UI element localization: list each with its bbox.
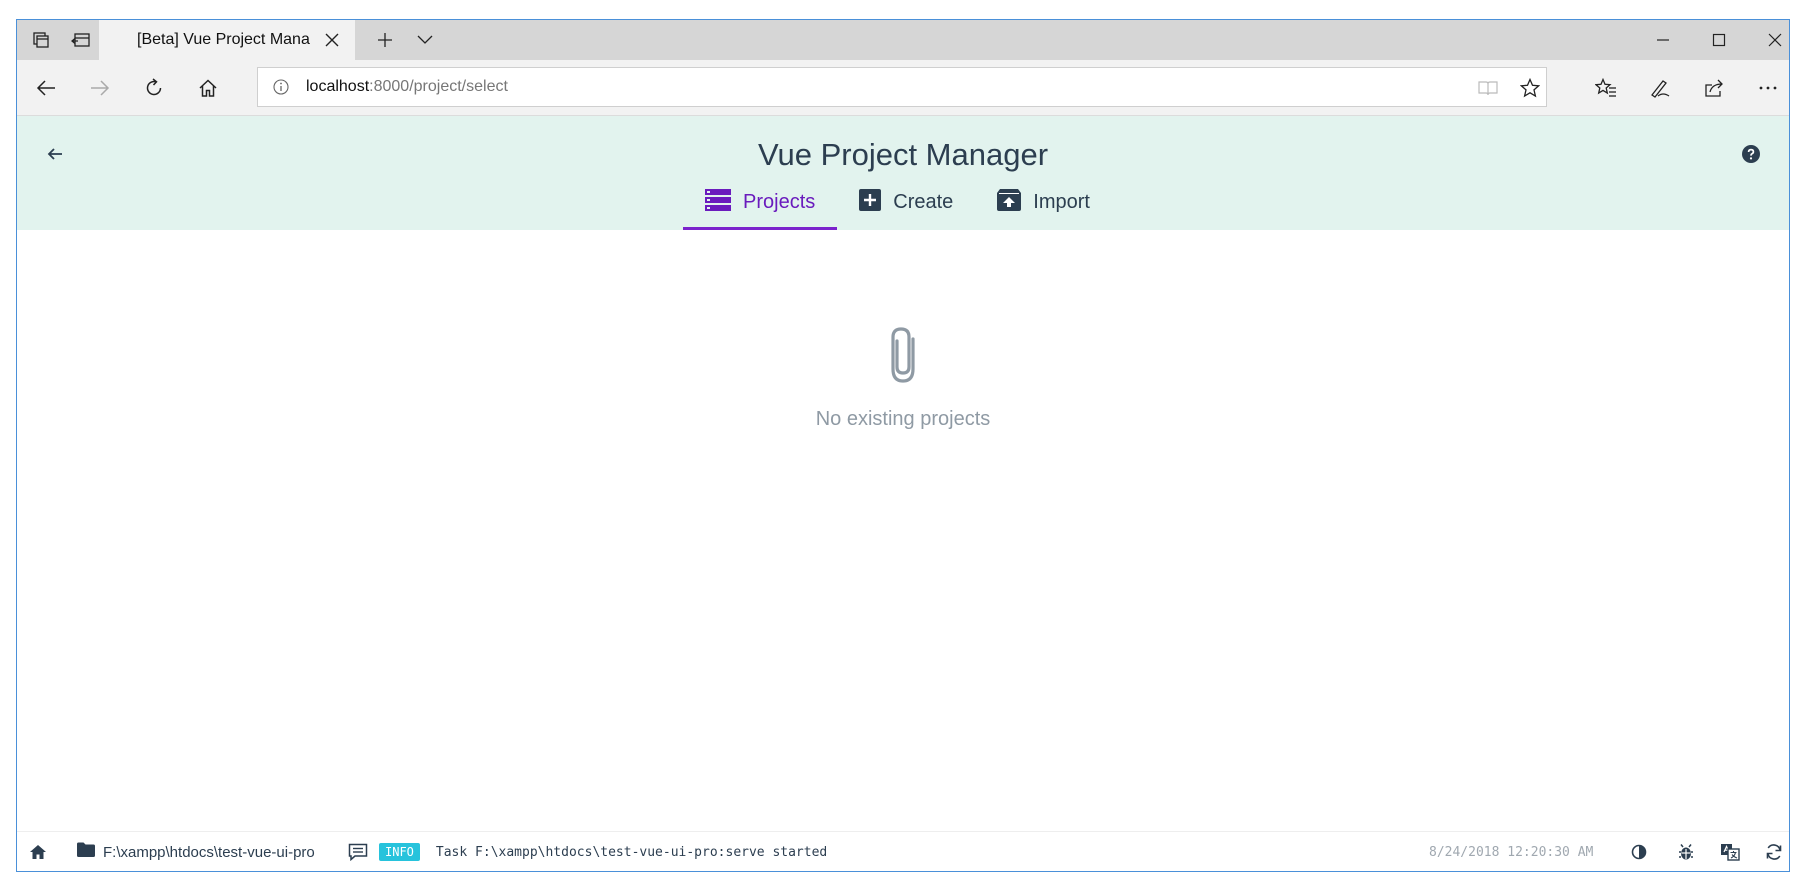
bug-report-icon[interactable] xyxy=(1669,832,1703,871)
new-tab-icon[interactable] xyxy=(363,20,407,60)
address-url: localhost:8000/project/select xyxy=(306,78,508,96)
help-icon[interactable] xyxy=(1733,136,1769,172)
console-log-icon[interactable] xyxy=(341,832,375,871)
log-level-badge: INFO xyxy=(379,843,420,861)
forward-arrow-icon[interactable] xyxy=(75,60,125,115)
tab-preview-chevron-icon[interactable] xyxy=(403,20,447,60)
home-icon[interactable] xyxy=(21,832,55,871)
paperclip-icon xyxy=(883,325,923,390)
more-options-icon[interactable] xyxy=(1743,60,1789,115)
browser-nav-bar: localhost:8000/project/select xyxy=(17,60,1789,116)
tab-create-label: Create xyxy=(893,190,954,213)
dark-mode-toggle-icon[interactable] xyxy=(1622,832,1656,871)
translate-icon[interactable] xyxy=(1713,832,1747,871)
close-tab-icon[interactable] xyxy=(319,20,345,60)
tab-import[interactable]: Import xyxy=(975,174,1112,230)
current-folder[interactable]: F:\xampp\htdocs\test-vue-ui-pro xyxy=(77,832,315,871)
browser-tab[interactable]: [Beta] Vue Project Mana xyxy=(99,20,355,60)
set-aside-tabs-icon[interactable] xyxy=(59,20,103,60)
page-title: Vue Project Manager xyxy=(757,137,1049,172)
tab-projects-label: Projects xyxy=(743,190,816,213)
empty-state: No existing projects xyxy=(17,325,1789,431)
share-icon[interactable] xyxy=(1689,60,1739,115)
tab-groups-icon[interactable] xyxy=(19,20,63,60)
folder-path: F:\xampp\htdocs\test-vue-ui-pro xyxy=(103,843,315,861)
status-bar: F:\xampp\htdocs\test-vue-ui-pro INFO Tas… xyxy=(17,831,1789,871)
projects-list-icon xyxy=(705,188,731,216)
close-window-icon[interactable] xyxy=(1747,20,1789,60)
main-tabs: Projects Create Import xyxy=(683,174,1112,230)
plus-square-icon xyxy=(859,188,882,216)
address-host: localhost xyxy=(306,78,370,95)
back-arrow-icon[interactable] xyxy=(21,60,71,115)
log-entry[interactable]: INFO Task F:\xampp\htdocs\test-vue-ui-pr… xyxy=(379,832,828,871)
log-timestamp-wrap: 8/24/2018 12:20:30 AM xyxy=(1429,832,1594,871)
minimize-icon[interactable] xyxy=(1635,20,1691,60)
favorite-star-icon[interactable] xyxy=(1518,76,1542,100)
unarchive-icon xyxy=(997,188,1022,216)
favorites-hub-icon[interactable] xyxy=(1581,60,1631,115)
empty-state-text: No existing projects xyxy=(815,408,991,430)
browser-window: [Beta] Vue Project Mana localhost:8000/p… xyxy=(16,19,1790,872)
app-header: Vue Project Manager Projects Create Impo… xyxy=(17,116,1789,230)
folder-icon xyxy=(77,842,95,862)
log-timestamp: 8/24/2018 12:20:30 AM xyxy=(1429,844,1594,860)
tab-title: [Beta] Vue Project Mana xyxy=(137,31,310,48)
web-note-pen-icon[interactable] xyxy=(1635,60,1685,115)
address-bar[interactable]: localhost:8000/project/select xyxy=(257,67,1547,107)
reading-view-icon[interactable] xyxy=(1476,76,1500,100)
refresh-sync-icon[interactable] xyxy=(1757,832,1789,871)
last-log-message: Task F:\xampp\htdocs\test-vue-ui-pro:ser… xyxy=(435,844,828,860)
tab-create[interactable]: Create xyxy=(837,174,975,230)
tab-projects[interactable]: Projects xyxy=(683,174,838,230)
address-path: :8000/project/select xyxy=(369,78,508,95)
refresh-icon[interactable] xyxy=(129,60,179,115)
maximize-icon[interactable] xyxy=(1691,20,1747,60)
tab-import-label: Import xyxy=(1033,190,1090,213)
site-info-icon[interactable] xyxy=(272,78,290,96)
home-icon[interactable] xyxy=(183,60,233,115)
title-bar: [Beta] Vue Project Mana xyxy=(17,20,1789,60)
